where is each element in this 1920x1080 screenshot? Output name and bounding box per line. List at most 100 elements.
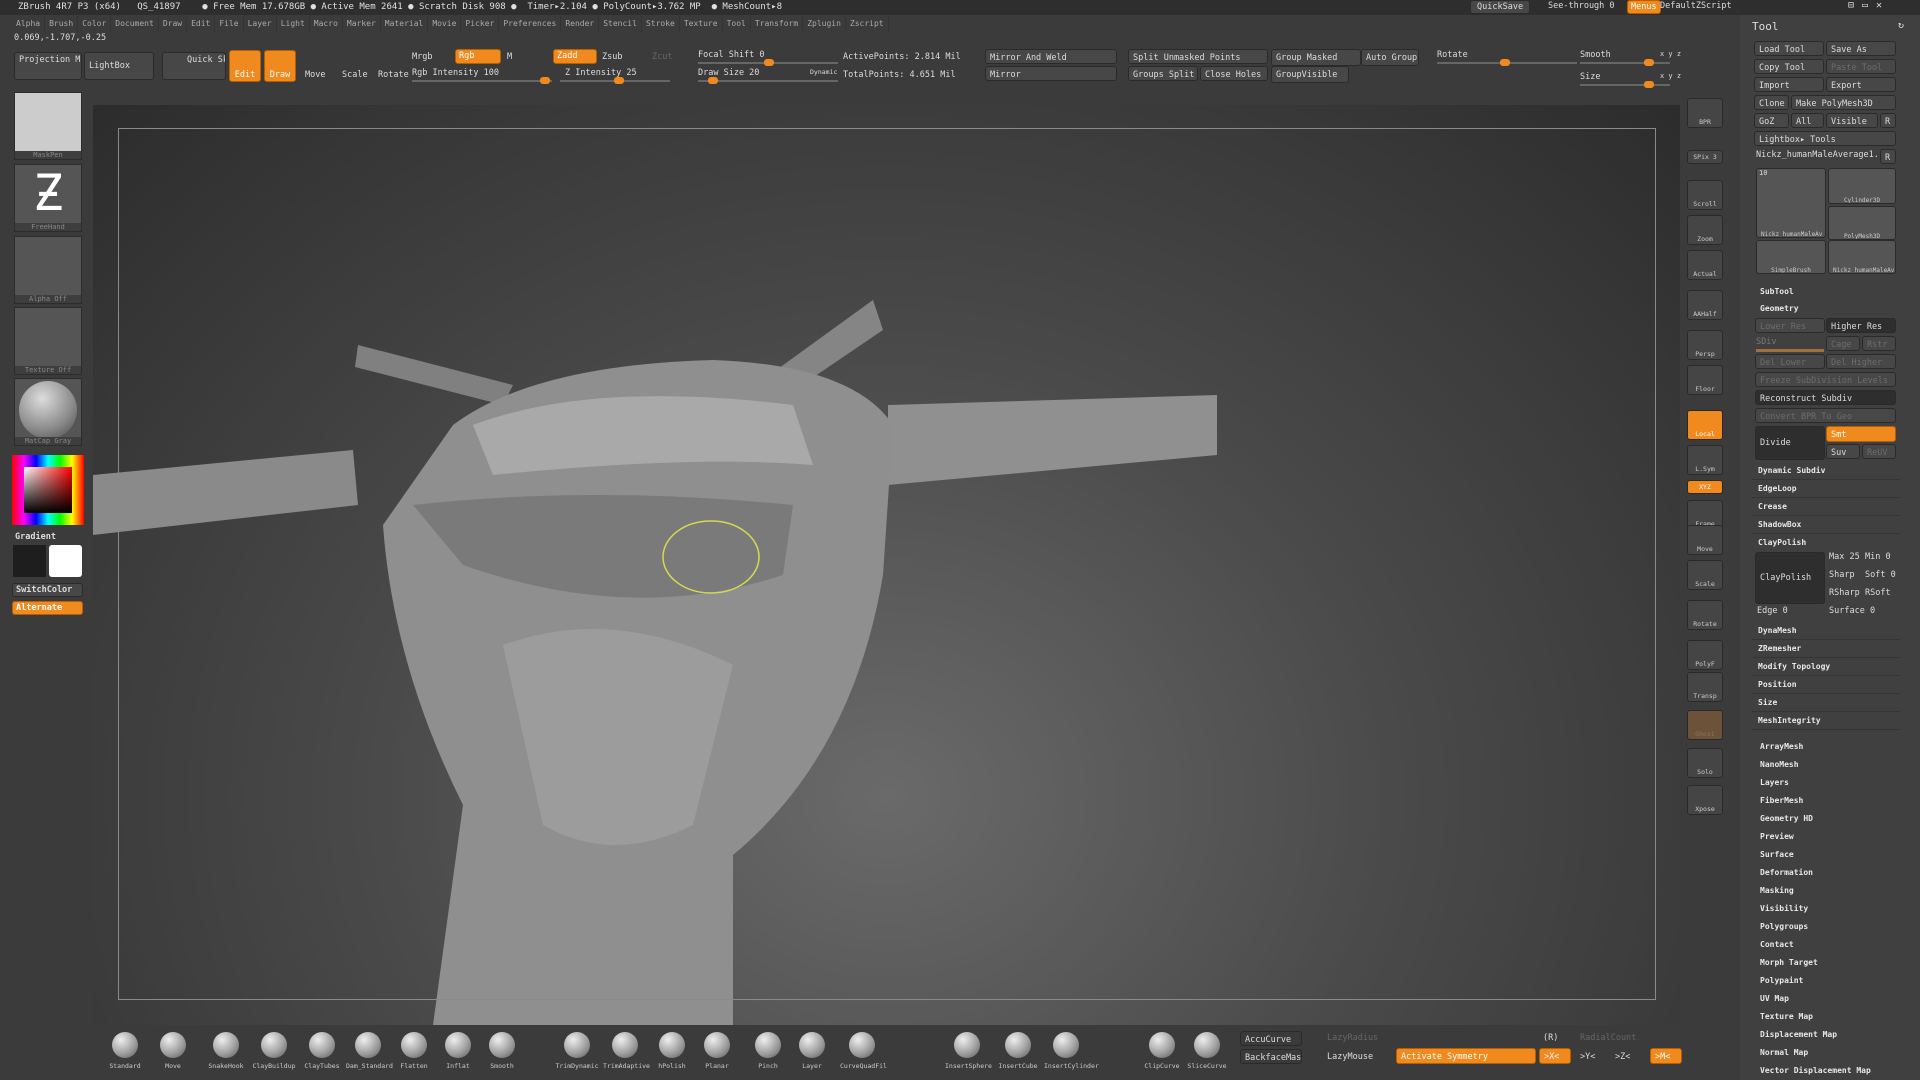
right-tool-zoom[interactable]: Zoom (1687, 215, 1723, 245)
rsoft-slider[interactable]: RSoft (1865, 588, 1891, 598)
right-tool-local[interactable]: Local (1687, 410, 1723, 440)
right-tool-solo[interactable]: Solo (1687, 748, 1723, 778)
section-fibermesh[interactable]: FiberMesh (1760, 796, 1803, 805)
tool-thumbnail[interactable]: Cylinder3D (1828, 168, 1896, 204)
clone-button[interactable]: Clone (1754, 95, 1789, 110)
section-normal-map[interactable]: Normal Map (1760, 1048, 1808, 1057)
surface-slider[interactable]: Surface 0 (1829, 606, 1875, 616)
geometry-item-position[interactable]: Position (1752, 676, 1900, 694)
brush-standard[interactable]: Standard (103, 1032, 147, 1070)
higher-res-button[interactable]: Higher Res (1826, 318, 1896, 333)
menu-movie[interactable]: Movie (428, 16, 462, 32)
focal-shift-slider[interactable]: Focal Shift 0 (698, 50, 765, 60)
menu-transform[interactable]: Transform (751, 16, 804, 32)
max-slider[interactable]: Max 25 (1829, 552, 1860, 562)
copy-tool-button[interactable]: Copy Tool (1754, 59, 1824, 74)
sdiv-track[interactable] (1756, 349, 1824, 352)
geometry-item-crease[interactable]: Crease (1752, 498, 1900, 516)
brush-layer[interactable]: Layer (790, 1032, 834, 1070)
rotate-button[interactable]: Rotate (378, 70, 409, 80)
menu-light[interactable]: Light (277, 16, 310, 32)
export-button[interactable]: Export (1826, 77, 1896, 92)
menu-material[interactable]: Material (381, 16, 429, 32)
menu-edit[interactable]: Edit (187, 16, 216, 32)
scale-button[interactable]: Scale (342, 70, 368, 80)
brush-slicecurve[interactable]: SliceCurve (1185, 1032, 1229, 1070)
section-displacement-map[interactable]: Displacement Map (1760, 1030, 1837, 1039)
lower-res-button[interactable]: Lower Res (1755, 318, 1825, 333)
stroke-selector[interactable]: Ƶ FreeHand (14, 164, 82, 232)
radial-r-button[interactable]: (R) (1543, 1033, 1558, 1043)
right-tool-spix-3[interactable]: SPix 3 (1687, 150, 1723, 164)
z-intensity-slider[interactable]: Z Intensity 25 (565, 68, 637, 78)
brush-flatten[interactable]: Flatten (392, 1032, 436, 1070)
section-contact[interactable]: Contact (1760, 940, 1794, 949)
convert-bpr-button[interactable]: Convert BPR To Geo (1755, 408, 1896, 423)
right-tool-bpr[interactable]: BPR (1687, 98, 1723, 128)
menu-render[interactable]: Render (561, 16, 600, 32)
brush-pinch[interactable]: Pinch (746, 1032, 790, 1070)
see-through-slider[interactable]: See-through 0 (1548, 1, 1615, 11)
geometry-section[interactable]: Geometry (1760, 304, 1799, 313)
section-uv-map[interactable]: UV Map (1760, 994, 1789, 1003)
section-preview[interactable]: Preview (1760, 832, 1794, 841)
menu-stroke[interactable]: Stroke (642, 16, 680, 32)
right-tool-ghost[interactable]: Ghost (1687, 710, 1723, 740)
rsharp-slider[interactable]: RSharp (1829, 588, 1860, 598)
quicksave-button[interactable]: QuickSave (1470, 0, 1531, 14)
brush-insertcylinder[interactable]: InsertCylinder (1044, 1032, 1099, 1070)
menu-tool[interactable]: Tool (723, 16, 751, 32)
draw-size-track[interactable] (698, 77, 838, 84)
symmetry-m-button[interactable]: >M< (1650, 1048, 1682, 1064)
default-zscript-button[interactable]: DefaultZScript (1660, 1, 1732, 11)
menu-zscript[interactable]: Zscript (846, 16, 889, 32)
brush-insertsphere[interactable]: InsertSphere (945, 1032, 992, 1070)
menu-layer[interactable]: Layer (244, 16, 277, 32)
cage-button[interactable]: Cage (1826, 336, 1860, 351)
section-visibility[interactable]: Visibility (1760, 904, 1808, 913)
groups-split-button[interactable]: Groups Split (1128, 66, 1198, 81)
section-masking[interactable]: Masking (1760, 886, 1794, 895)
symmetry-y-button[interactable]: >Y< (1580, 1052, 1595, 1062)
goz-all-button[interactable]: All (1791, 113, 1824, 128)
brush-claybuildup[interactable]: ClayBuildup (252, 1032, 296, 1070)
geometry-item-meshintegrity[interactable]: MeshIntegrity (1752, 712, 1900, 730)
right-tool-xyz[interactable]: XYZ (1687, 480, 1723, 494)
quick-sketch-button[interactable]: Quick Sketch (162, 52, 226, 80)
subtool-section[interactable]: SubTool (1760, 287, 1794, 296)
current-tool-slider[interactable]: Nickz_humanMaleAverage1. (1756, 150, 1879, 160)
suv-toggle[interactable]: Suv (1826, 444, 1860, 459)
focal-shift-track[interactable] (698, 59, 838, 66)
brush-snakehook[interactable]: SnakeHook (204, 1032, 248, 1070)
right-tool-transp[interactable]: Transp (1687, 672, 1723, 702)
move-button[interactable]: Move (305, 70, 325, 80)
activate-symmetry-button[interactable]: Activate Symmetry (1396, 1048, 1536, 1064)
gradient-label[interactable]: Gradient (15, 532, 56, 542)
menu-preferences[interactable]: Preferences (499, 16, 562, 32)
z-intensity-track[interactable] (560, 77, 670, 84)
rgb-button[interactable]: Rgb (455, 49, 501, 64)
paste-tool-button[interactable]: Paste Tool (1826, 59, 1896, 74)
draw-button[interactable]: Draw (264, 50, 296, 82)
load-tool-button[interactable]: Load Tool (1754, 41, 1824, 56)
group-masked-button[interactable]: Group Masked (1271, 49, 1361, 66)
brush-trimadaptive[interactable]: TrimAdaptive (603, 1032, 650, 1070)
window-controls[interactable]: ⊟▭✕ (1848, 0, 1890, 11)
right-tool-polyf[interactable]: PolyF (1687, 640, 1723, 670)
zadd-button[interactable]: Zadd (553, 49, 597, 64)
size-xyz[interactable]: x y z (1660, 72, 1681, 80)
m-button[interactable]: M (507, 52, 512, 62)
tool-r-button[interactable]: R (1880, 149, 1896, 164)
brush-dam-standard[interactable]: Dam_Standard (346, 1032, 393, 1070)
geometry-item-modify-topology[interactable]: Modify Topology (1752, 658, 1900, 676)
brush-trimdynamic[interactable]: TrimDynamic (555, 1032, 599, 1070)
menu-picker[interactable]: Picker (461, 16, 500, 32)
sharp-slider[interactable]: Sharp (1829, 570, 1855, 580)
right-tool-aahalf[interactable]: AAHalf (1687, 290, 1723, 320)
import-button[interactable]: Import (1754, 77, 1824, 92)
size-slider[interactable]: Size (1580, 72, 1600, 82)
reconstruct-subdiv-button[interactable]: Reconstruct Subdiv (1755, 390, 1896, 405)
brush-move[interactable]: Move (151, 1032, 195, 1070)
group-visible-button[interactable]: GroupVisible (1271, 66, 1349, 83)
rgb-intensity-track[interactable] (412, 77, 552, 84)
